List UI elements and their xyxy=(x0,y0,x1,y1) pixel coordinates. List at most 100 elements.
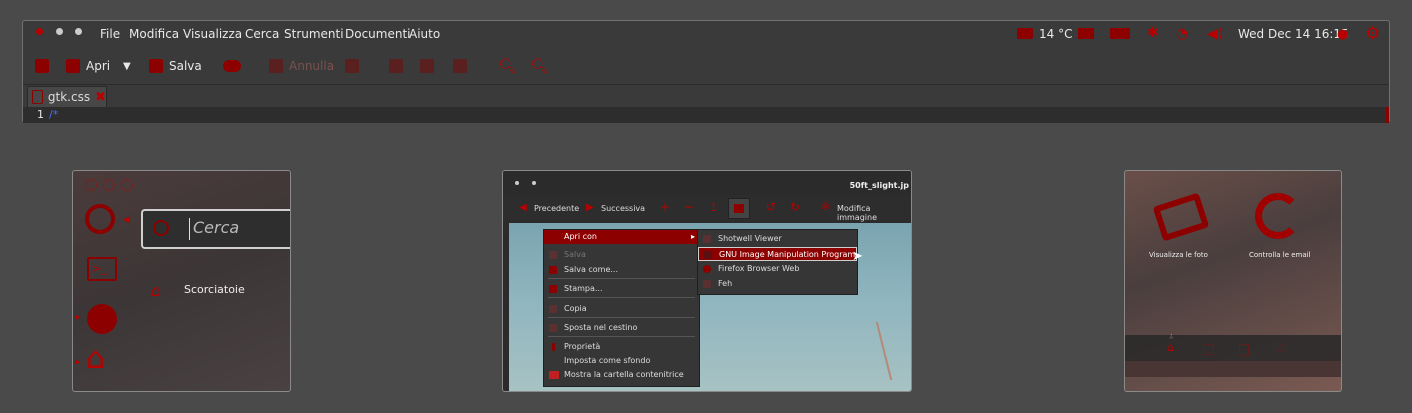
email-label[interactable]: Controlla le email xyxy=(1249,251,1311,259)
new-document-button[interactable] xyxy=(35,58,49,74)
photos-label[interactable]: Visualizza le foto xyxy=(1149,251,1208,259)
previous-icon[interactable]: ◀ xyxy=(519,202,527,213)
minimize-button[interactable] xyxy=(56,28,63,35)
menu-item-label: Salva come... xyxy=(564,265,619,274)
maximize-circle-icon[interactable] xyxy=(121,179,133,191)
mouse-pointer-icon: ➤ xyxy=(852,249,863,264)
lens-home-icon[interactable]: ⌂ xyxy=(1167,341,1174,354)
launcher-panel: ◀ >_ ▶ ⌂ ▶ Cerca ⌂ Scorciatoie xyxy=(72,170,291,392)
lens-files-icon[interactable] xyxy=(1239,344,1249,356)
zoom-normal-icon[interactable]: 1 xyxy=(710,201,717,214)
menu-item-label: Proprietà xyxy=(564,342,601,351)
submenu-item-firefox[interactable]: Firefox Browser Web xyxy=(698,262,857,276)
replace-button[interactable]: 🔍︎ xyxy=(530,57,549,75)
menu-item-show-folder[interactable]: Mostra la cartella contenitrice xyxy=(544,368,699,382)
text-cursor xyxy=(189,218,190,240)
previous-button[interactable]: Precedente xyxy=(534,204,579,213)
home-folder-icon[interactable]: ⌂ xyxy=(86,344,105,374)
weather-icon[interactable] xyxy=(1017,28,1033,39)
open-dropdown-arrow-icon[interactable]: ▼ xyxy=(123,58,131,74)
image-viewer-panel: 50ft_slight.jp ◀ Precedente ▶ Successiva… xyxy=(502,170,912,392)
save-button[interactable]: Salva xyxy=(149,58,202,74)
undo-label: Annulla xyxy=(289,59,335,73)
close-button[interactable] xyxy=(36,28,43,35)
running-indicator-icon: ▶ xyxy=(75,313,81,321)
bluetooth-icon[interactable]: ✱ xyxy=(1147,25,1159,41)
print-button[interactable] xyxy=(223,58,241,74)
close-circle-icon[interactable] xyxy=(85,179,97,191)
user-icon[interactable]: ● xyxy=(1337,27,1348,42)
launcher-arrow-icon: ◀ xyxy=(123,215,130,225)
copy-button[interactable] xyxy=(420,58,434,74)
power-gear-icon[interactable]: ⚙ xyxy=(1365,24,1380,44)
terminal-icon[interactable]: >_ xyxy=(87,257,117,281)
ubuntu-logo-icon[interactable] xyxy=(85,204,115,234)
cut-button[interactable] xyxy=(389,58,403,74)
menu-item-copy[interactable]: Copia xyxy=(544,302,699,316)
zoom-out-icon[interactable]: − xyxy=(684,200,694,214)
code-text: /* xyxy=(49,108,59,121)
menu-item-properties[interactable]: Proprietà xyxy=(544,340,699,354)
email-refresh-icon[interactable] xyxy=(1255,193,1301,239)
menu-cerca[interactable]: Cerca xyxy=(245,27,279,41)
maximize-button[interactable] xyxy=(75,28,82,35)
open-label: Apri xyxy=(86,59,111,73)
submenu-item-shotwell[interactable]: Shotwell Viewer xyxy=(698,232,857,246)
paste-button[interactable] xyxy=(453,58,467,74)
menu-file[interactable]: File xyxy=(100,27,120,41)
menu-item-label: Apri con xyxy=(564,232,597,241)
edit-image-button[interactable]: Modifica immagine xyxy=(837,204,911,222)
menu-separator xyxy=(548,297,695,298)
menu-item-set-wallpaper[interactable]: Imposta come sfondo xyxy=(544,354,699,368)
viewer-titlebar: 50ft_slight.jp xyxy=(503,171,911,193)
cut-icon xyxy=(389,59,403,73)
menu-item-save[interactable]: Salva xyxy=(544,248,699,262)
submenu-item-feh[interactable]: Feh xyxy=(698,277,857,291)
lens-apps-icon[interactable] xyxy=(1203,344,1214,355)
next-button[interactable]: Successiva xyxy=(601,204,645,213)
lens-music-icon[interactable]: ♫ xyxy=(1275,341,1285,354)
submenu-item-gimp[interactable]: GNU Image Manipulation Program xyxy=(698,247,857,261)
text-area[interactable]: 1 /* xyxy=(23,107,1389,123)
shortcuts-home-icon: ⌂ xyxy=(151,281,162,300)
rotate-right-icon[interactable]: ↻ xyxy=(790,200,800,214)
zoom-in-icon[interactable]: + xyxy=(660,200,670,214)
menu-strumenti[interactable]: Strumenti xyxy=(284,27,344,41)
toolbar: Apri ▼ Salva Annulla 🔍︎ 🔍︎ xyxy=(23,51,1389,81)
open-button[interactable]: Apri xyxy=(66,58,110,74)
menu-item-open-with[interactable]: Apri con ▸ xyxy=(544,230,699,244)
close-tab-icon[interactable]: ✖ xyxy=(95,90,106,105)
menu-item-save-as[interactable]: Salva come... xyxy=(544,263,699,277)
photos-icon[interactable] xyxy=(1152,192,1210,242)
rotate-left-icon[interactable]: ↺ xyxy=(766,200,776,214)
minimize-circle-icon[interactable] xyxy=(103,179,115,191)
undo-button[interactable]: Annulla xyxy=(269,58,334,74)
edit-image-icon[interactable]: ◎ xyxy=(821,201,830,212)
menu-separator xyxy=(548,278,695,279)
firefox-icon[interactable] xyxy=(87,304,117,334)
redo-button[interactable] xyxy=(345,58,359,74)
menu-item-label: Stampa... xyxy=(564,284,603,293)
volume-icon[interactable]: ◀) xyxy=(1207,26,1223,42)
shortcuts-label[interactable]: Scorciatoie xyxy=(184,283,245,296)
fit-window-button[interactable] xyxy=(728,198,750,219)
search-box[interactable]: Cerca xyxy=(141,209,290,249)
mail-icon[interactable] xyxy=(1078,28,1094,39)
menu-documenti[interactable]: Documenti xyxy=(345,27,411,41)
next-icon[interactable]: ▶ xyxy=(586,202,594,213)
battery-icon[interactable] xyxy=(1110,28,1130,39)
tab-gtk-css[interactable]: gtk.css ✖ xyxy=(27,86,107,107)
temperature-label[interactable]: 14 °C xyxy=(1039,27,1072,41)
wifi-icon[interactable]: ◔ xyxy=(1176,26,1188,42)
clock-label[interactable]: Wed Dec 14 16:15 xyxy=(1238,27,1349,41)
menu-item-trash[interactable]: Sposta nel cestino xyxy=(544,321,699,335)
menu-item-print[interactable]: Stampa... xyxy=(544,282,699,296)
search-button[interactable]: 🔍︎ xyxy=(498,57,517,75)
menu-modifica[interactable]: Modifica xyxy=(129,27,179,41)
viewer-close-button[interactable] xyxy=(515,181,519,185)
menu-visualizza[interactable]: Visualizza xyxy=(183,27,242,41)
viewer-minimize-button[interactable] xyxy=(532,181,536,185)
submenu-arrow-icon: ▸ xyxy=(690,232,695,241)
menu-aiuto[interactable]: Aiuto xyxy=(409,27,440,41)
menu-separator xyxy=(548,317,695,318)
